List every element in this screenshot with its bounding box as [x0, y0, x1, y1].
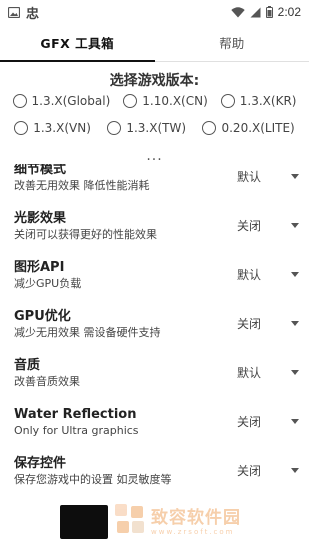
- setting-row-graphics-api: 图形API 减少GPU负载 默认: [0, 250, 309, 299]
- setting-title: GPU优化: [14, 308, 71, 324]
- setting-description: 减少无用效果 需设备硬件支持: [14, 325, 161, 339]
- version-radio-row: 1.3.X(Global) 1.10.X(CN) 1.3.X(KR): [0, 94, 309, 108]
- dropdown-arrow-icon: [291, 321, 299, 326]
- setting-title: 保存控件: [14, 455, 67, 471]
- watermark-text: 致容软件园: [151, 508, 241, 528]
- setting-dropdown[interactable]: 关闭: [237, 315, 299, 332]
- setting-dropdown[interactable]: 默认: [237, 266, 299, 283]
- setting-row-gpu-optimization: GPU优化 减少无用效果 需设备硬件支持 关闭: [0, 299, 309, 348]
- dropdown-value: 关闭: [237, 219, 262, 233]
- radio-button[interactable]: [107, 121, 122, 135]
- radio-button[interactable]: [220, 94, 235, 108]
- setting-dropdown[interactable]: 关闭: [237, 217, 299, 234]
- watermark-logo-icon: [115, 503, 147, 536]
- setting-dropdown[interactable]: 关闭: [237, 462, 299, 479]
- setting-row-save-controls: 保存控件 保存您游戏中的设置 如灵敏度等 关闭: [0, 446, 309, 495]
- radio-button[interactable]: [202, 121, 217, 135]
- radio-label: 0.20.X(LITE): [221, 121, 295, 135]
- setting-dropdown[interactable]: 默认: [237, 168, 299, 185]
- setting-description: 关闭可以获得更好的性能效果: [14, 227, 157, 241]
- version-radio-row: 1.3.X(VN) 1.3.X(TW) 0.20.X(LITE): [0, 121, 309, 135]
- watermark-url: www.zrsoft.com: [151, 528, 235, 536]
- radio-button[interactable]: [123, 94, 138, 108]
- radio-option-cn[interactable]: 1.10.X(CN): [123, 94, 208, 108]
- radio-option-tw[interactable]: 1.3.X(TW): [107, 121, 186, 135]
- dropdown-value: 默认: [237, 170, 262, 184]
- setting-title: 细节模式: [14, 164, 67, 177]
- setting-title: 光影效果: [14, 210, 67, 226]
- setting-description: Only for Ultra graphics: [14, 423, 139, 437]
- version-selector-title: 选择游戏版本:: [109, 73, 200, 89]
- dropdown-arrow-icon: [291, 272, 299, 277]
- dropdown-value: 关闭: [237, 464, 262, 478]
- setting-row-shadow-effect: 光影效果 关闭可以获得更好的性能效果 关闭: [0, 201, 309, 250]
- radio-label: 1.3.X(TW): [126, 121, 187, 135]
- watermark: 致容软件园 www.zrsoft.com: [115, 503, 241, 536]
- tab-gfx-toolbox[interactable]: GFX 工具箱: [0, 24, 155, 62]
- setting-description: 改善无用效果 降低性能消耗: [14, 178, 150, 192]
- radio-button[interactable]: [14, 121, 29, 135]
- radio-label: 1.3.X(VN): [33, 121, 91, 135]
- radio-button[interactable]: [12, 94, 27, 108]
- dropdown-arrow-icon: [291, 370, 299, 375]
- setting-row-water-reflection: Water Reflection Only for Ultra graphics…: [0, 397, 309, 446]
- setting-title: 图形API: [14, 259, 65, 275]
- setting-row-detail-mode: 细节模式 改善无用效果 降低性能消耗 默认: [0, 164, 309, 201]
- setting-title: Water Reflection: [14, 406, 137, 422]
- settings-list[interactable]: 细节模式 改善无用效果 降低性能消耗 默认 光影效果 关闭可以获得更好的性能效果…: [0, 164, 309, 500]
- app-notification-icon: 忠: [26, 6, 40, 22]
- dropdown-arrow-icon: [291, 419, 299, 424]
- dropdown-value: 关闭: [237, 317, 262, 331]
- radio-label: 1.3.X(Global): [31, 94, 111, 108]
- radio-option-vn[interactable]: 1.3.X(VN): [14, 121, 91, 135]
- setting-description: 减少GPU负载: [14, 276, 82, 290]
- apply-button[interactable]: [60, 505, 108, 539]
- radio-option-lite[interactable]: 0.20.X(LITE): [202, 121, 295, 135]
- dropdown-value: 默认: [237, 268, 262, 282]
- wifi-icon: [230, 6, 245, 17]
- status-bar: 忠 2:02: [0, 0, 309, 24]
- setting-description: 改善音质效果: [14, 374, 80, 388]
- dropdown-value: 关闭: [237, 415, 262, 429]
- setting-title: 音质: [14, 357, 41, 373]
- setting-row-audio-quality: 音质 改善音质效果 默认: [0, 348, 309, 397]
- more-options-indicator[interactable]: ...: [0, 148, 309, 164]
- setting-dropdown[interactable]: 关闭: [237, 413, 299, 430]
- dropdown-arrow-icon: [291, 468, 299, 473]
- dropdown-arrow-icon: [291, 174, 299, 179]
- status-time: 2:02: [277, 5, 301, 19]
- battery-icon: [265, 6, 273, 18]
- radio-option-kr[interactable]: 1.3.X(KR): [220, 94, 297, 108]
- tab-help[interactable]: 帮助: [155, 24, 310, 61]
- dropdown-value: 默认: [237, 366, 262, 380]
- radio-label: 1.3.X(KR): [239, 94, 297, 108]
- setting-dropdown[interactable]: 默认: [237, 364, 299, 381]
- radio-label: 1.10.X(CN): [142, 94, 208, 108]
- setting-description: 保存您游戏中的设置 如灵敏度等: [14, 472, 172, 486]
- dropdown-arrow-icon: [291, 223, 299, 228]
- cellular-icon: [250, 7, 261, 17]
- tab-bar: GFX 工具箱 帮助: [0, 24, 309, 62]
- radio-option-global[interactable]: 1.3.X(Global): [12, 94, 111, 108]
- image-icon: [8, 6, 20, 18]
